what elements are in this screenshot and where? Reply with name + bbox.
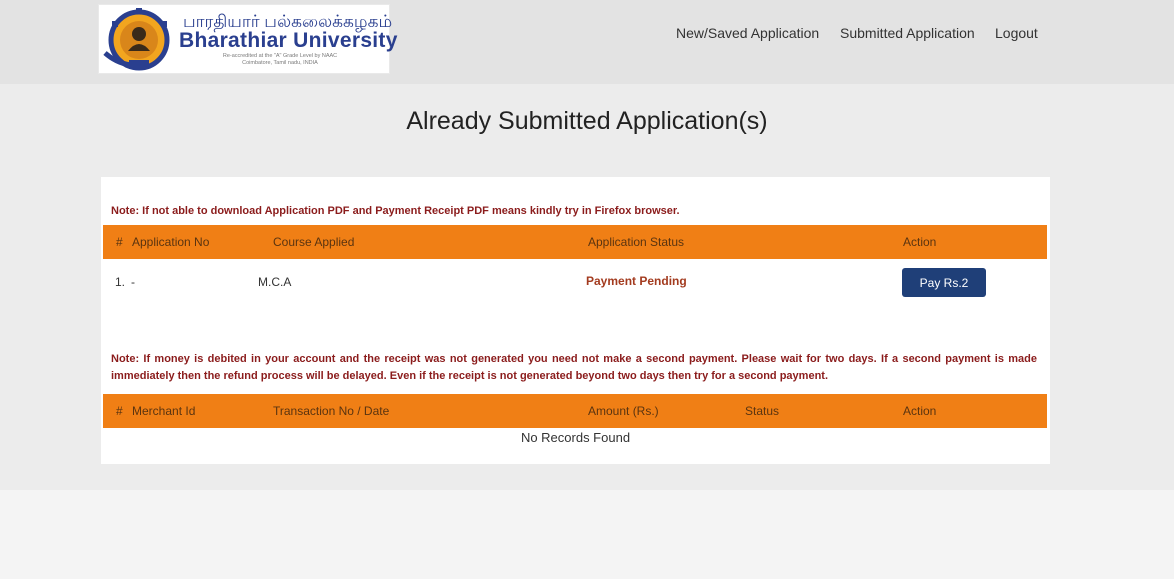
pay-button[interactable]: Pay Rs.2	[902, 268, 986, 297]
row-course: M.C.A	[258, 275, 292, 289]
col-merchant-id: Merchant Id	[132, 404, 196, 418]
university-logo[interactable]: பாரதியார் பல்கலைக்கழகம் Bharathiar Unive…	[98, 4, 397, 74]
status-badge: Payment Pending	[586, 274, 687, 288]
payment-note: Note: If money is debited in your accoun…	[111, 353, 1037, 382]
payments-table-header: # Merchant Id Transaction No / Date Amou…	[103, 394, 1047, 428]
university-name: Bharathiar University	[179, 29, 398, 52]
browser-note: Note: If not able to download Applicatio…	[111, 205, 680, 217]
col-status: Status	[745, 404, 780, 418]
applications-panel: Note: If not able to download Applicatio…	[101, 177, 1050, 464]
nav-submitted-application[interactable]: Submitted Application	[840, 25, 975, 41]
empty-message: No Records Found	[520, 430, 631, 445]
col-application-status: Application Status	[588, 235, 685, 249]
accreditation-text: Re-accredited at the "A" Grade Level by …	[222, 53, 338, 59]
site-header: பாரதியார் பல்கலைக்கழகம் Bharathiar Unive…	[0, 0, 1174, 84]
col-action: Action	[903, 235, 937, 249]
page-footer	[0, 490, 1174, 579]
col-amount: Amount (Rs.)	[588, 404, 659, 418]
col-transaction: Transaction No / Date	[273, 404, 390, 418]
row-application-no: -	[131, 275, 135, 289]
col-hash: #	[116, 404, 123, 418]
page-title: Already Submitted Application(s)	[406, 107, 768, 135]
location-text: Coimbatore, Tamil nadu, INDIA	[242, 60, 318, 66]
nav-logout[interactable]: Logout	[995, 25, 1038, 41]
nav-new-saved-application[interactable]: New/Saved Application	[676, 25, 819, 41]
col-course-applied: Course Applied	[273, 235, 355, 249]
col-application-no: Application No	[132, 235, 210, 249]
applications-table-header: # Application No Course Applied Applicat…	[103, 225, 1047, 259]
col-hash: #	[116, 235, 123, 249]
row-index: 1.	[115, 275, 126, 289]
col-action: Action	[903, 404, 937, 418]
